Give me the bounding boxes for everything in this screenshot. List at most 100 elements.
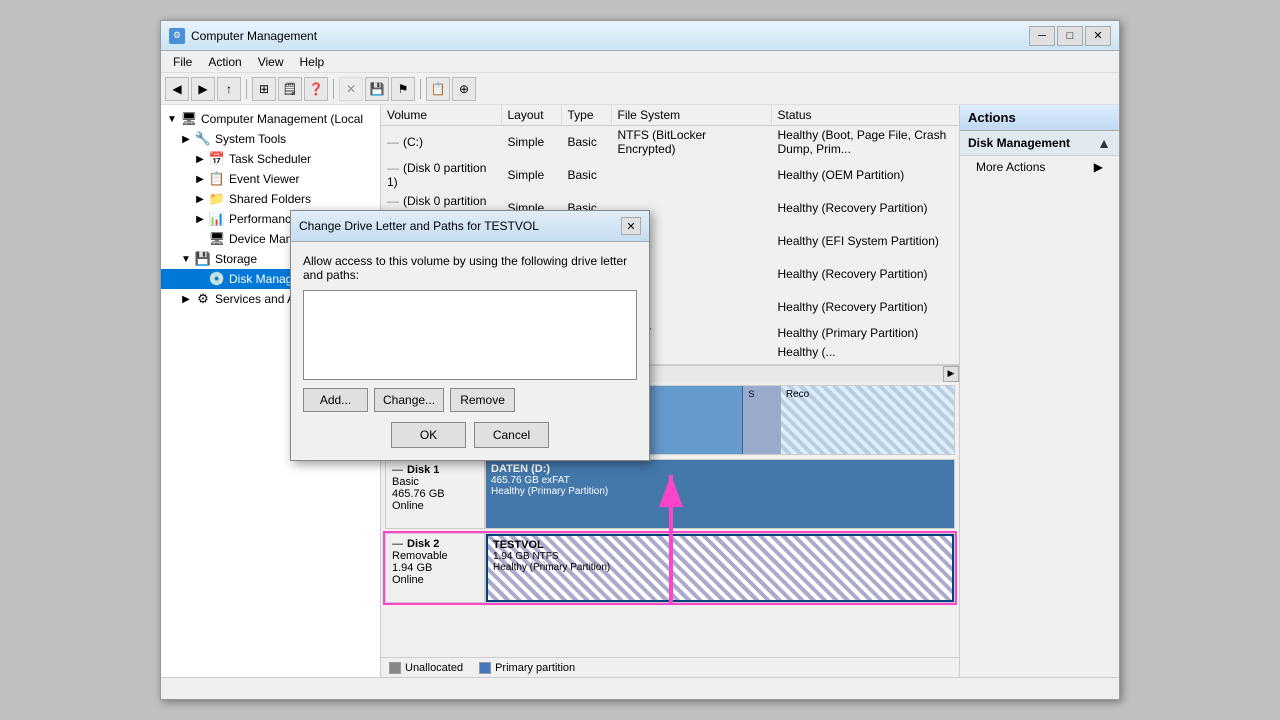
legend-primary-label: Primary partition bbox=[495, 662, 575, 674]
expand-icon-system: ▶ bbox=[179, 132, 193, 146]
expand-icon-services: ▶ bbox=[179, 292, 193, 306]
toolbar-separator-3 bbox=[420, 79, 421, 99]
connect-button[interactable]: ⊕ bbox=[452, 77, 476, 101]
dialog-description: Allow access to this volume by using the… bbox=[303, 254, 637, 282]
more-actions-item[interactable]: More Actions ▶ bbox=[960, 156, 1119, 178]
col-status: Status bbox=[771, 105, 959, 126]
col-type: Type bbox=[561, 105, 611, 126]
menu-help[interactable]: Help bbox=[292, 53, 333, 71]
actions-panel: Actions Disk Management ▲ More Actions ▶ bbox=[959, 105, 1119, 677]
more-actions-label: More Actions bbox=[976, 160, 1045, 174]
table-row[interactable]: —(Disk 0 partition 1) Simple Basic Healt… bbox=[381, 159, 959, 192]
sidebar-item-task-scheduler[interactable]: ▶ 📅 Task Scheduler bbox=[161, 149, 380, 169]
sidebar-item-system-tools[interactable]: ▶ 🔧 System Tools bbox=[161, 129, 380, 149]
legend-unallocated: Unallocated bbox=[389, 662, 463, 674]
disk-1-name: —Disk 1 bbox=[392, 464, 478, 476]
ok-button[interactable]: OK bbox=[391, 422, 466, 448]
disk-2-partitions: TESTVOL 1.94 GB NTFS Healthy (Primary Pa… bbox=[485, 533, 955, 603]
expand-icon-disk bbox=[193, 272, 207, 286]
disk-1-size: 465.76 GB bbox=[392, 488, 478, 500]
col-fs: File System bbox=[611, 105, 771, 126]
dialog-title-text: Change Drive Letter and Paths for TESTVO… bbox=[299, 219, 539, 233]
maximize-button[interactable]: □ bbox=[1057, 26, 1083, 46]
computer-icon: 🖥 bbox=[181, 111, 197, 127]
title-bar: ⚙ Computer Management ─ □ ✕ bbox=[161, 21, 1119, 51]
status-bar bbox=[161, 677, 1119, 699]
sidebar-item-computer-management[interactable]: ▼ 🖥 Computer Management (Local bbox=[161, 109, 380, 129]
actions-collapse-icon[interactable]: ▲ bbox=[1097, 135, 1111, 151]
toolbar-separator-1 bbox=[246, 79, 247, 99]
disk-1-partitions: DATEN (D:) 465.76 GB exFAT Healthy (Prim… bbox=[485, 459, 955, 529]
minimize-button[interactable]: ─ bbox=[1029, 26, 1055, 46]
change-button[interactable]: Change... bbox=[374, 388, 444, 412]
expand-icon-storage: ▼ bbox=[179, 252, 193, 266]
legend-primary: Primary partition bbox=[479, 662, 575, 674]
close-button[interactable]: ✕ bbox=[1085, 26, 1111, 46]
folder-icon: 📁 bbox=[209, 191, 225, 207]
calendar-icon: 📅 bbox=[209, 151, 225, 167]
disk-0-p1-partition[interactable]: S bbox=[743, 386, 780, 454]
sidebar-item-shared-folders[interactable]: ▶ 📁 Shared Folders bbox=[161, 189, 380, 209]
table-row[interactable]: —(C:) Simple Basic NTFS (BitLocker Encry… bbox=[381, 126, 959, 159]
dialog-close-button[interactable]: ✕ bbox=[621, 217, 641, 235]
cell-status: Healthy (... bbox=[771, 343, 959, 362]
up-button[interactable]: ↑ bbox=[217, 77, 241, 101]
properties-button[interactable]: 🗒 bbox=[278, 77, 302, 101]
disk-1-label: —Disk 1 Basic 465.76 GB Online bbox=[385, 459, 485, 529]
window-controls: ─ □ ✕ bbox=[1029, 26, 1111, 46]
delete-button[interactable]: ✕ bbox=[339, 77, 363, 101]
toolbar-separator-2 bbox=[333, 79, 334, 99]
disk-2-testvol-partition[interactable]: TESTVOL 1.94 GB NTFS Healthy (Primary Pa… bbox=[486, 534, 954, 602]
services-icon: ⚙ bbox=[195, 291, 211, 307]
change-drive-letter-dialog: Change Drive Letter and Paths for TESTVO… bbox=[290, 210, 650, 461]
filter-button[interactable]: ⚑ bbox=[391, 77, 415, 101]
legend-unallocated-label: Unallocated bbox=[405, 662, 463, 674]
menu-file[interactable]: File bbox=[165, 53, 200, 71]
performance-icon: 📊 bbox=[209, 211, 225, 227]
event-icon: 📋 bbox=[209, 171, 225, 187]
expand-icon: ▼ bbox=[165, 112, 179, 126]
mmc-button[interactable]: 📋 bbox=[426, 77, 450, 101]
col-layout: Layout bbox=[501, 105, 561, 126]
actions-header: Actions bbox=[960, 105, 1119, 131]
disk-1-daten-partition[interactable]: DATEN (D:) 465.76 GB exFAT Healthy (Prim… bbox=[486, 460, 954, 528]
expand-icon-tasks: ▶ bbox=[193, 152, 207, 166]
disk-0-reco-partition[interactable]: Reco bbox=[781, 386, 954, 454]
remove-button[interactable]: Remove bbox=[450, 388, 515, 412]
window-icon: ⚙ bbox=[169, 28, 185, 44]
dialog-action-buttons: Add... Change... Remove bbox=[303, 388, 637, 412]
legend-primary-color bbox=[479, 662, 491, 674]
cell-status: Healthy (Recovery Partition) bbox=[771, 291, 959, 324]
export-button[interactable]: 💾 bbox=[365, 77, 389, 101]
expand-icon-perf: ▶ bbox=[193, 212, 207, 226]
cell-layout: Simple bbox=[501, 159, 561, 192]
drive-letter-listbox[interactable] bbox=[303, 290, 637, 380]
scroll-right-button[interactable]: ▶ bbox=[943, 366, 959, 382]
cell-fs bbox=[611, 159, 771, 192]
disk-1-row: —Disk 1 Basic 465.76 GB Online DATEN (D:… bbox=[385, 459, 955, 529]
back-button[interactable]: ◀ bbox=[165, 77, 189, 101]
disk-2-size: 1.94 GB bbox=[392, 562, 478, 574]
disk-1-status: Online bbox=[392, 500, 478, 512]
add-button[interactable]: Add... bbox=[303, 388, 368, 412]
cell-status: Healthy (Recovery Partition) bbox=[771, 192, 959, 225]
legend-bar: Unallocated Primary partition bbox=[381, 657, 959, 677]
dialog-ok-cancel-row: OK Cancel bbox=[303, 422, 637, 448]
more-actions-arrow: ▶ bbox=[1094, 160, 1103, 174]
toolbar: ◀ ▶ ↑ ⊞ 🗒 ❓ ✕ 💾 ⚑ 📋 ⊕ bbox=[161, 73, 1119, 105]
cell-status: Healthy (EFI System Partition) bbox=[771, 225, 959, 258]
storage-icon: 💾 bbox=[195, 251, 211, 267]
cell-layout: Simple bbox=[501, 126, 561, 159]
disk-2-name: —Disk 2 bbox=[392, 538, 478, 550]
cancel-button[interactable]: Cancel bbox=[474, 422, 549, 448]
expand-icon-devices bbox=[193, 232, 207, 246]
help-toolbar-button[interactable]: ❓ bbox=[304, 77, 328, 101]
menu-view[interactable]: View bbox=[250, 53, 292, 71]
dialog-title-bar: Change Drive Letter and Paths for TESTVO… bbox=[291, 211, 649, 242]
forward-button[interactable]: ▶ bbox=[191, 77, 215, 101]
menu-action[interactable]: Action bbox=[200, 53, 249, 71]
dialog-body: Allow access to this volume by using the… bbox=[291, 242, 649, 460]
tools-icon: 🔧 bbox=[195, 131, 211, 147]
show-hide-button[interactable]: ⊞ bbox=[252, 77, 276, 101]
sidebar-item-event-viewer[interactable]: ▶ 📋 Event Viewer bbox=[161, 169, 380, 189]
